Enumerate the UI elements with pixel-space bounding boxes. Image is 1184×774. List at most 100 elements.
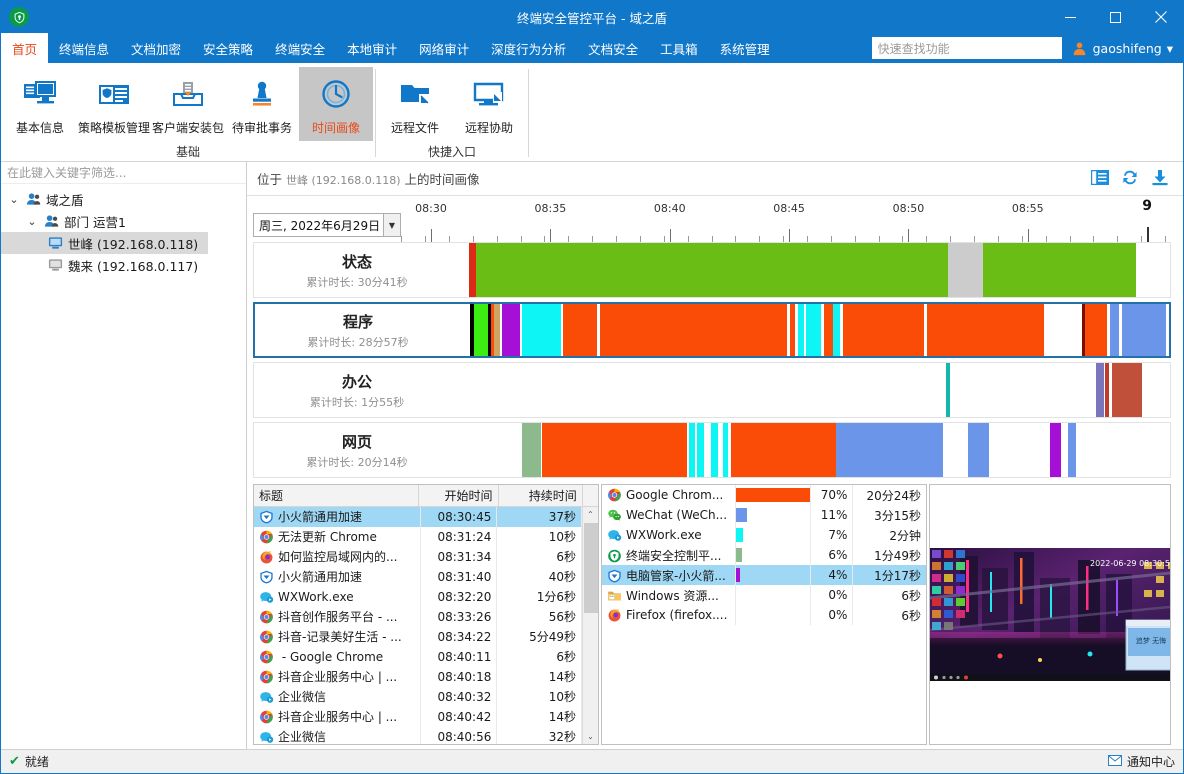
timeline-row-bar[interactable]	[460, 363, 1170, 417]
chevron-down-icon[interactable]: ⌄	[7, 193, 21, 206]
tree-filter-input[interactable]: 在此键入关键字筛选...	[1, 162, 246, 184]
column-header-start-time[interactable]: 开始时间	[418, 485, 499, 507]
timeline-segment[interactable]	[835, 423, 944, 477]
app-usage-row[interactable]: 终端安全控制平... 6% 1分49秒	[602, 545, 926, 565]
menu-tab-home[interactable]: 首页	[1, 33, 49, 63]
tree-node-host-shifeng[interactable]: 世峰 (192.168.0.118)	[1, 232, 208, 254]
ribbon-item-basic-info[interactable]: 基本信息	[3, 67, 77, 141]
user-menu[interactable]: gaoshifeng ▾	[1068, 40, 1183, 56]
scrollbar-thumb[interactable]	[583, 522, 598, 613]
scroll-down-icon[interactable]: ⌄	[583, 728, 599, 744]
timeline-segment[interactable]	[562, 304, 597, 356]
timeline-segment[interactable]	[1085, 304, 1108, 356]
tree-node-department[interactable]: ⌄ 部门 运营1	[1, 210, 246, 232]
minimize-button[interactable]	[1048, 1, 1093, 33]
event-list-row[interactable]: 抖音企业服务中心 | ... 08:40:42 14秒	[254, 706, 582, 727]
timeline-segment[interactable]	[722, 423, 728, 477]
timeline-segment[interactable]	[542, 423, 688, 477]
menu-tab-network-audit[interactable]: 网络审计	[408, 33, 480, 63]
menu-tab-system-management[interactable]: 系统管理	[709, 33, 781, 63]
timeline-ruler[interactable]: 08:30 08:35 08:40 08:45 08:50 08:55 9	[401, 196, 1171, 242]
event-list-row[interactable]: 企业微信 08:40:32 10秒	[254, 686, 582, 707]
close-button[interactable]	[1138, 1, 1183, 33]
scrollbar-track[interactable]	[583, 522, 599, 729]
timeline-segment[interactable]	[946, 363, 950, 417]
event-list-row[interactable]: 抖音企业服务中心 | ... 08:40:18 14秒	[254, 666, 582, 687]
search-input[interactable]: 快速查找功能	[871, 37, 1062, 59]
timeline-segment[interactable]	[843, 304, 925, 356]
menu-tab-doc-encryption[interactable]: 文档加密	[120, 33, 192, 63]
timeline-segment[interactable]	[824, 304, 834, 356]
timeline-segment[interactable]	[521, 304, 561, 356]
notification-center[interactable]: 通知中心	[1107, 753, 1175, 770]
timeline-row-bar[interactable]	[460, 243, 1170, 297]
tree-node-domain[interactable]: ⌄ 域之盾	[1, 188, 246, 210]
menu-tab-local-audit[interactable]: 本地审计	[336, 33, 408, 63]
timeline-segment[interactable]	[730, 423, 836, 477]
menu-tab-security-policy[interactable]: 安全策略	[192, 33, 264, 63]
timeline-segment[interactable]	[1121, 304, 1167, 356]
scroll-up-icon[interactable]: ⌃	[583, 507, 599, 523]
timeline-segment[interactable]	[967, 423, 989, 477]
ribbon-item-time-profile[interactable]: 时间画像	[299, 67, 373, 141]
timeline-row-bar[interactable]	[460, 423, 1170, 477]
timeline-segment[interactable]	[1110, 304, 1119, 356]
event-list-row[interactable]: 企业微信 08:40:56 32秒	[254, 726, 582, 744]
app-usage-row[interactable]: 电脑管家-小火箭... 4% 1分17秒	[602, 565, 926, 585]
timeline-segment[interactable]	[983, 243, 1136, 297]
event-list-scrollbar[interactable]: ⌃ ⌄	[582, 506, 599, 744]
app-usage-row[interactable]: Google Chrom... 70% 20分24秒	[602, 485, 926, 505]
menu-tab-deep-behavior-analysis[interactable]: 深度行为分析	[480, 33, 577, 63]
date-picker[interactable]: 周三, 2022年6月29日 ▼	[253, 213, 401, 237]
timeline-segment[interactable]	[521, 423, 541, 477]
ribbon-item-client-package[interactable]: 客户端安装包	[151, 67, 225, 141]
tree-node-host-weilai[interactable]: 魏来 (192.168.0.117)	[1, 254, 246, 276]
app-usage-row[interactable]: WXWork.exe 7% 2分钟	[602, 525, 926, 545]
timeline-segment[interactable]	[697, 423, 704, 477]
menu-tab-terminal-security[interactable]: 终端安全	[264, 33, 336, 63]
timeline-segment[interactable]	[805, 304, 822, 356]
screenshot-viewer[interactable]: 追梦 无悔 2022-06-29 08:30:51	[930, 485, 1170, 744]
timeline-segment[interactable]	[1096, 363, 1104, 417]
timeline-segment[interactable]	[1112, 363, 1143, 417]
ribbon-item-remote-file[interactable]: 远程文件	[378, 67, 452, 141]
event-list-row[interactable]: 如何监控局域网内的... 08:31:34 6秒	[254, 546, 582, 567]
ribbon-item-pending-approval[interactable]: 待审批事务	[225, 67, 299, 141]
timeline-row-1[interactable]: 状态 累计时长: 30分41秒	[253, 242, 1171, 298]
ribbon-item-policy-template[interactable]: 策略模板管理	[77, 67, 151, 141]
timeline-row-3[interactable]: 办公 累计时长: 1分55秒	[253, 362, 1171, 418]
screenshot-thumbnail[interactable]: 追梦 无悔 2022-06-29 08:30:51	[930, 548, 1170, 681]
timeline-segment[interactable]	[1067, 423, 1076, 477]
column-header-title[interactable]: 标题	[254, 485, 419, 507]
event-list-row[interactable]: 抖音-记录美好生活 - ... 08:34:22 5分49秒	[254, 626, 582, 647]
date-picker-dropdown-icon[interactable]: ▼	[383, 214, 400, 236]
detail-panel-icon[interactable]	[1091, 169, 1109, 189]
chevron-down-icon[interactable]: ⌄	[25, 215, 39, 228]
timeline-row-2[interactable]: 程序 累计时长: 28分57秒	[253, 302, 1171, 358]
timeline-segment[interactable]	[1044, 304, 1082, 356]
download-icon[interactable]	[1151, 169, 1169, 189]
timeline-segment[interactable]	[926, 304, 1045, 356]
app-usage-row[interactable]: WeChat (WeCh... 11% 3分15秒	[602, 505, 926, 525]
event-list-row[interactable]: 抖音创作服务平台 - ... 08:33:26 56秒	[254, 606, 582, 627]
timeline-segment[interactable]	[948, 243, 984, 297]
timeline-segment[interactable]	[1050, 423, 1062, 477]
timeline-segment[interactable]	[688, 423, 695, 477]
menu-tab-doc-security[interactable]: 文档安全	[577, 33, 649, 63]
event-list-row[interactable]: WXWork.exe 08:32:20 1分6秒	[254, 586, 582, 607]
maximize-button[interactable]	[1093, 1, 1138, 33]
refresh-icon[interactable]	[1121, 169, 1139, 189]
timeline-segment[interactable]	[473, 304, 488, 356]
app-usage-row[interactable]: Windows 资源... 0% 6秒	[602, 585, 926, 605]
event-list-row[interactable]: - Google Chrome 08:40:11 6秒	[254, 646, 582, 667]
app-usage-row[interactable]: Firefox (firefox.... 0% 6秒	[602, 605, 926, 625]
menu-tab-terminal-info[interactable]: 终端信息	[48, 33, 120, 63]
timeline-segment[interactable]	[710, 423, 719, 477]
timeline-segment[interactable]	[475, 243, 949, 297]
timeline-row-bar[interactable]	[461, 304, 1169, 356]
timeline-segment[interactable]	[1105, 363, 1109, 417]
event-list-row[interactable]: 小火箭通用加速 08:30:45 37秒	[254, 506, 582, 527]
event-list-row[interactable]: 小火箭通用加速 08:31:40 40秒	[254, 566, 582, 587]
timeline-row-4[interactable]: 网页 累计时长: 20分14秒	[253, 422, 1171, 478]
timeline-segment[interactable]	[502, 304, 520, 356]
